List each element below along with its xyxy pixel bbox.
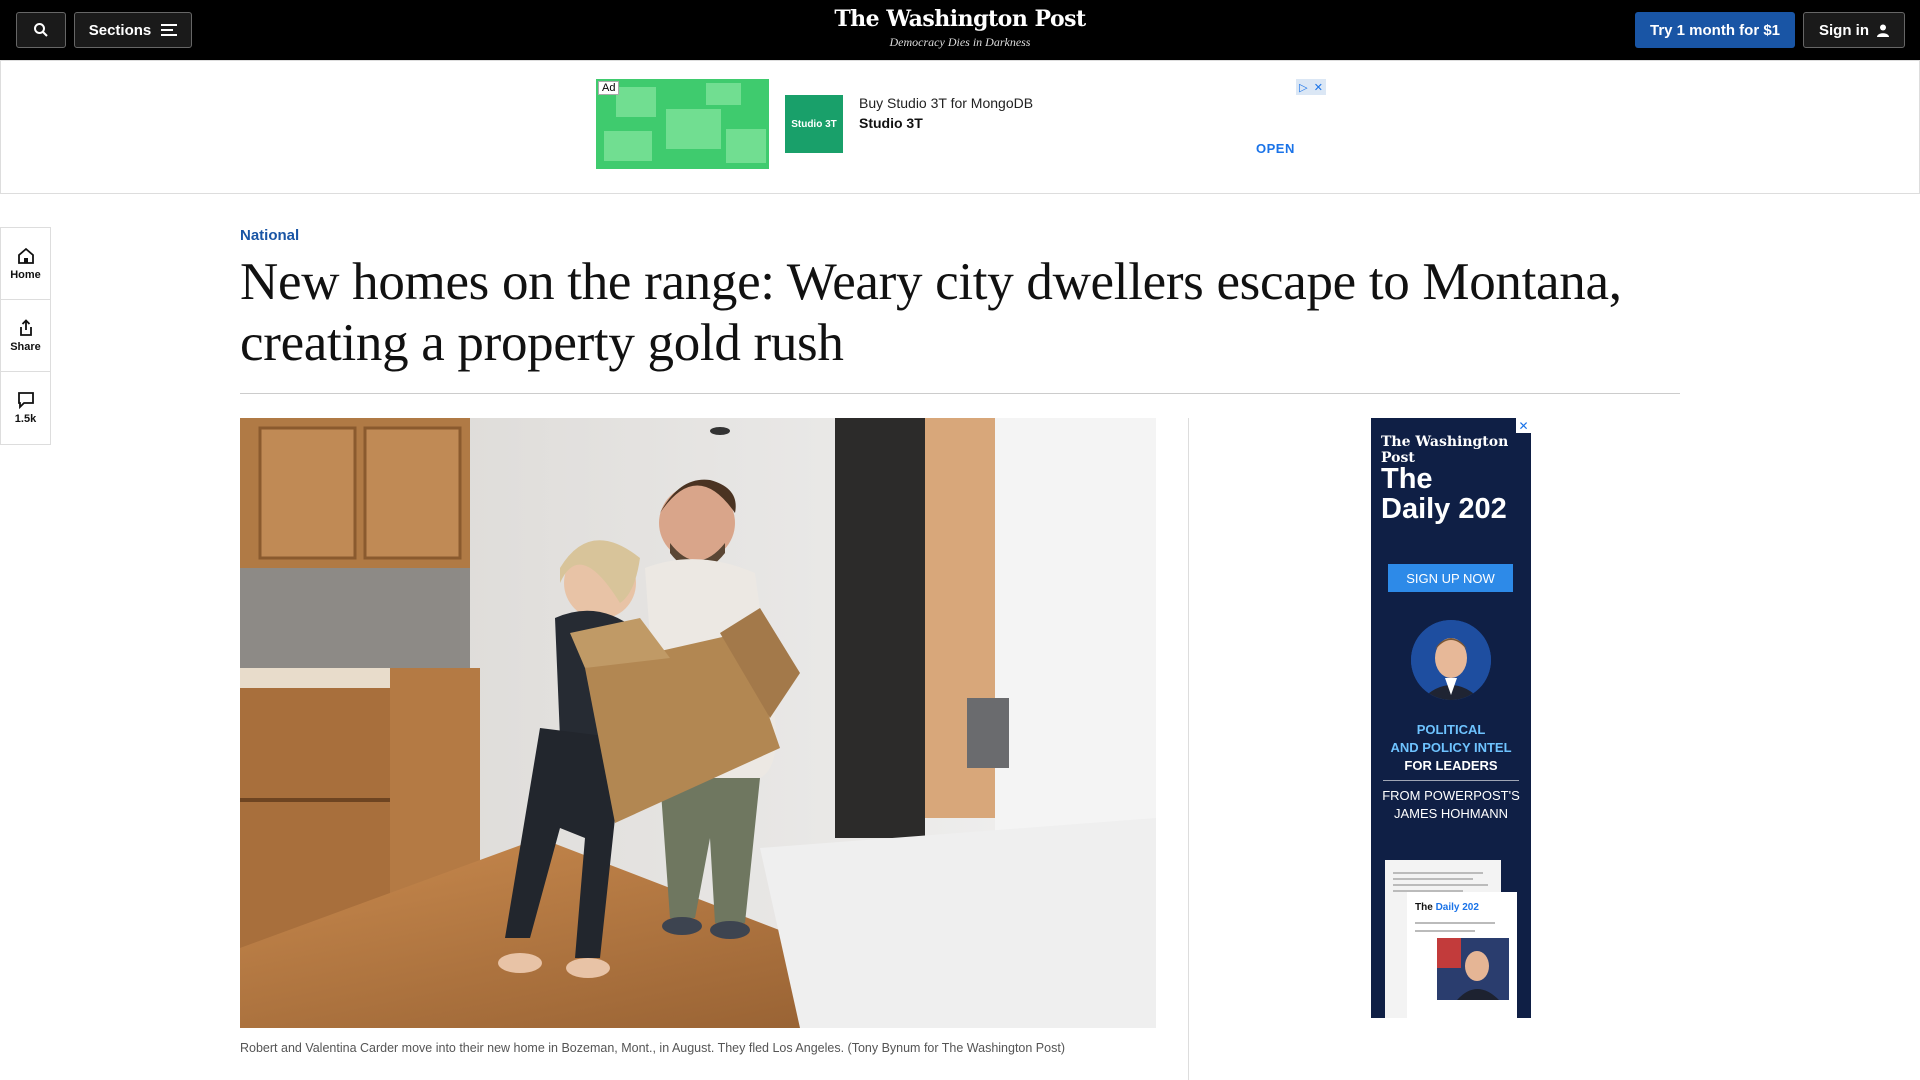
article-headline: New homes on the range: Weary city dwell… [240, 253, 1622, 372]
sign-in-button[interactable]: Sign in [1803, 12, 1905, 48]
share-icon [19, 318, 32, 336]
brand-name: The Washington Post [834, 6, 1086, 32]
side-ad-line1: POLITICAL [1416, 722, 1486, 737]
comment-icon [17, 392, 34, 409]
headline-divider [240, 393, 1680, 394]
ad-brand-logo[interactable]: Studio 3T [785, 95, 843, 153]
side-ad-brand: The Washington Post [1381, 434, 1509, 466]
banner-ad[interactable]: Ad Studio 3T Buy Studio 3T for MongoDB S… [596, 79, 1326, 169]
ad-brand[interactable]: Studio 3T [859, 115, 923, 131]
side-ad-newsletter-preview-front: The Daily 202 [1407, 892, 1517, 1018]
rail-share-label: Share [10, 340, 41, 353]
ad-title[interactable]: Buy Studio 3T for MongoDB [859, 95, 1033, 111]
side-ad-divider [1383, 780, 1519, 781]
photo-illustration [240, 418, 1156, 1028]
rail-share-button[interactable]: Share [1, 300, 50, 372]
rail-comments-button[interactable]: 1.5k [1, 372, 50, 444]
menu-icon [161, 24, 178, 36]
rail-home-button[interactable]: Home [1, 228, 50, 300]
side-ad-preview-title-a: The [1415, 902, 1436, 913]
side-ad-title: The Daily 202 [1381, 464, 1507, 524]
close-icon[interactable]: ✕ [1314, 81, 1323, 94]
user-icon [1877, 24, 1889, 37]
side-ad-line2: AND POLICY INTEL [1390, 740, 1512, 755]
side-ad-title-line2: Daily 202 [1381, 493, 1507, 525]
left-rail: Home Share 1.5k [0, 227, 51, 445]
column-divider [1188, 418, 1189, 1080]
article-photo[interactable] [240, 418, 1156, 1028]
search-button[interactable] [16, 12, 66, 48]
sections-button[interactable]: Sections [74, 12, 192, 48]
ad-close-icon[interactable]: ✕ [1516, 418, 1531, 433]
ad-open-button[interactable]: OPEN [1256, 141, 1295, 156]
ad-image[interactable]: Ad [596, 79, 769, 169]
subscribe-button[interactable]: Try 1 month for $1 [1635, 12, 1795, 48]
rail-comments-count: 1.5k [14, 413, 37, 425]
home-icon [17, 247, 34, 264]
banner-ad-slot: Ad Studio 3T Buy Studio 3T for MongoDB S… [0, 60, 1920, 194]
side-ad-line4: FROM POWERPOST'S [1382, 788, 1520, 803]
section-kicker-link[interactable]: National [240, 227, 299, 244]
rail-home-label: Home [10, 268, 41, 281]
side-ad-line3: FOR LEADERS [1404, 758, 1498, 773]
sign-in-label: Sign in [1819, 21, 1869, 39]
top-nav: Sections The Washington Post Democracy D… [0, 0, 1920, 60]
side-ad-line5: JAMES HOHMANN [1393, 806, 1509, 821]
side-ad-preview-title-b: Daily 202 [1435, 902, 1479, 913]
brand-tagline: Democracy Dies in Darkness [889, 35, 1031, 49]
sidebar-newsletter-ad[interactable]: ✕ The Washington Post The Daily 202 SIGN… [1371, 418, 1531, 1018]
side-ad-title-line1: The [1381, 463, 1433, 495]
side-ad-preview-title: The Daily 202 [1415, 902, 1479, 913]
search-icon [34, 23, 48, 37]
masthead-logo[interactable]: The Washington Post Democracy Dies in Da… [760, 6, 1160, 50]
ad-choices[interactable]: ▷ ✕ [1296, 79, 1326, 95]
side-ad-portrait [1411, 620, 1491, 700]
sections-label: Sections [88, 21, 152, 39]
ad-label: Ad [598, 81, 620, 95]
side-ad-signup-button[interactable]: SIGN UP NOW [1388, 564, 1513, 592]
ad-info-icon[interactable]: ▷ [1299, 81, 1307, 94]
photo-caption: Robert and Valentina Carder move into th… [240, 1041, 1065, 1055]
